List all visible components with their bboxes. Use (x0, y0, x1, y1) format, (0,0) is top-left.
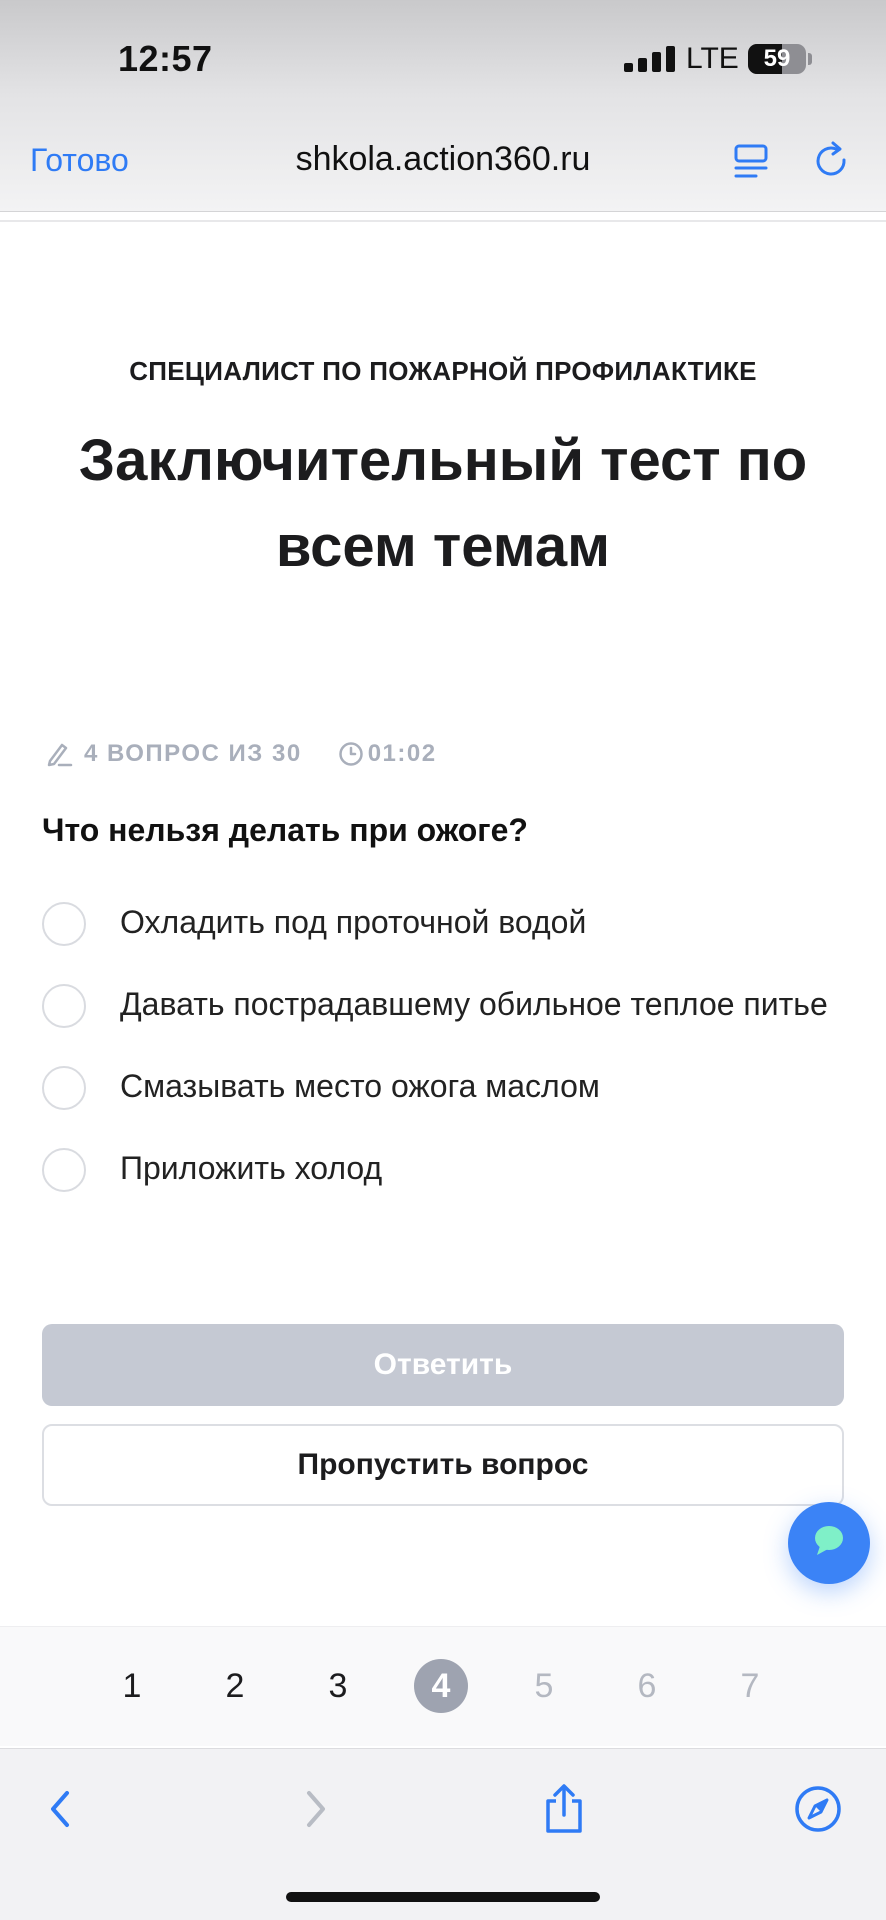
page-7[interactable]: 7 (723, 1659, 777, 1713)
answer-option-label: Охладить под проточной водой (120, 904, 587, 940)
page-3[interactable]: 3 (311, 1659, 365, 1713)
reload-icon[interactable] (810, 140, 854, 184)
answer-option[interactable]: Смазывать место ожога маслом (42, 1062, 842, 1115)
radio-button[interactable] (42, 1148, 86, 1192)
share-icon[interactable] (534, 1779, 594, 1839)
answer-options: Охладить под проточной водой Давать пост… (42, 898, 842, 1197)
pencil-icon (44, 739, 74, 769)
answer-option-label: Смазывать место ожога маслом (120, 1068, 600, 1104)
answer-option[interactable]: Приложить холод (42, 1144, 842, 1197)
skip-question-button[interactable]: Пропустить вопрос (42, 1424, 844, 1506)
answer-option-label: Приложить холод (120, 1150, 383, 1186)
radio-button[interactable] (42, 984, 86, 1028)
chat-button[interactable] (788, 1502, 870, 1584)
question-meta: 4 ВОПРОС ИЗ 30 01:02 (44, 738, 437, 770)
done-button[interactable]: Готово (30, 142, 129, 179)
forward-icon[interactable] (286, 1779, 346, 1839)
radio-button[interactable] (42, 902, 86, 946)
battery-level: 59 (763, 45, 791, 72)
answer-option[interactable]: Охладить под проточной водой (42, 898, 842, 951)
battery-icon: 59 (748, 44, 806, 74)
page-4-current[interactable]: 4 (414, 1659, 468, 1713)
answer-option[interactable]: Давать пострадавшему обильное теплое пит… (42, 980, 842, 1033)
page-title: Заключительный тест по всем темам (78, 428, 808, 579)
compass-icon[interactable] (788, 1779, 848, 1839)
page-6[interactable]: 6 (620, 1659, 674, 1713)
cellular-signal-icon (624, 46, 676, 72)
chat-icon (810, 1523, 848, 1564)
header-divider (0, 220, 886, 222)
network-type: LTE (686, 42, 739, 75)
browser-header: 12:57 LTE 59 Готово shkola.action360.ru (0, 0, 886, 212)
clock-icon (338, 741, 364, 767)
answer-option-label: Давать пострадавшему обильное теплое пит… (120, 986, 828, 1022)
back-icon[interactable] (30, 1779, 90, 1839)
page-2[interactable]: 2 (208, 1659, 262, 1713)
course-name: СПЕЦИАЛИСТ ПО ПОЖАРНОЙ ПРОФИЛАКТИКЕ (129, 356, 757, 386)
answer-button[interactable]: Ответить (42, 1324, 844, 1406)
home-indicator (286, 1892, 600, 1902)
question-pagination: 1 2 3 4 5 6 7 (0, 1626, 886, 1746)
question-timer: 01:02 (367, 740, 437, 767)
radio-button[interactable] (42, 1066, 86, 1110)
page-1[interactable]: 1 (105, 1659, 159, 1713)
reader-icon[interactable] (732, 142, 772, 182)
battery-tip (808, 53, 812, 65)
question-progress: 4 ВОПРОС ИЗ 30 (84, 740, 302, 767)
status-time: 12:57 (118, 38, 213, 79)
question-text: Что нельзя делать при ожоге? (42, 812, 528, 848)
page-5[interactable]: 5 (517, 1659, 571, 1713)
